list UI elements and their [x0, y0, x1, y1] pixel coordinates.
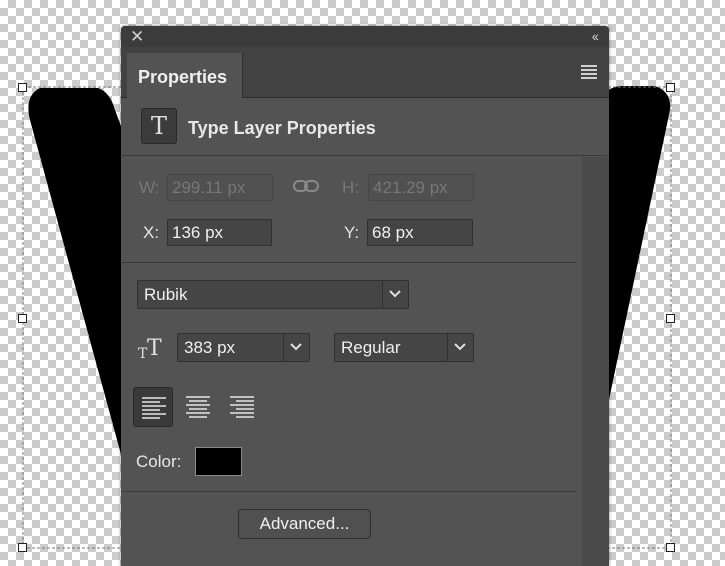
font-style-value: Regular [341, 338, 401, 357]
x-label: X: [143, 223, 160, 242]
align-center-icon [186, 396, 210, 418]
transform-handle-top-right[interactable] [666, 83, 675, 92]
align-left-button[interactable] [133, 387, 173, 427]
transform-handle-mid-right[interactable] [666, 314, 675, 323]
x-position-field[interactable]: 136 px [167, 219, 272, 246]
align-left-icon [142, 397, 166, 419]
color-swatch[interactable] [195, 447, 242, 476]
link-dimensions-icon[interactable] [293, 179, 319, 193]
chevron-down-icon [389, 290, 401, 298]
transform-handle-bottom-left[interactable] [18, 543, 27, 552]
section-divider [121, 491, 576, 492]
svg-text:T: T [147, 336, 162, 360]
panel-section-title: Type Layer Properties [188, 118, 376, 138]
collapse-panel-icon[interactable]: ‹‹ [592, 27, 599, 46]
type-layer-header: T Type Layer Properties [121, 98, 607, 156]
font-size-value: 383 px [184, 338, 236, 357]
advanced-button[interactable]: Advanced... [238, 509, 371, 539]
properties-panel: ✕ ‹‹ Properties T Type Layer Properties … [121, 26, 609, 566]
panel-titlebar: ✕ ‹‹ [121, 26, 609, 47]
height-field: 421.29 px [368, 174, 474, 201]
align-center-button[interactable] [178, 387, 218, 427]
transform-handle-mid-left[interactable] [18, 314, 27, 323]
font-family-value: Rubik [144, 285, 188, 304]
panel-tab-strip: Properties [121, 47, 609, 98]
color-label: Color: [136, 452, 182, 471]
transform-handle-bottom-right[interactable] [666, 543, 675, 552]
font-size-icon: T T [138, 336, 162, 360]
y-position-field[interactable]: 68 px [367, 219, 473, 246]
width-field: 299.11 px [167, 174, 273, 201]
align-right-icon [230, 396, 254, 418]
y-label: Y: [344, 223, 360, 242]
transform-handle-top-left[interactable] [18, 83, 27, 92]
width-label: W: [139, 178, 160, 197]
scrollbar-track[interactable] [582, 157, 609, 566]
tab-properties[interactable]: Properties [127, 53, 243, 98]
type-layer-icon: T [141, 108, 177, 144]
font-family-dropdown[interactable]: Rubik [137, 280, 409, 309]
section-divider [121, 262, 576, 263]
align-right-button[interactable] [222, 387, 262, 427]
chevron-down-icon [290, 343, 302, 351]
font-size-dropdown[interactable]: 383 px [177, 333, 310, 362]
close-icon[interactable]: ✕ [130, 27, 144, 46]
chevron-down-icon [454, 343, 466, 351]
font-style-dropdown[interactable]: Regular [334, 333, 474, 362]
panel-menu-icon[interactable] [581, 65, 597, 79]
height-label: H: [342, 178, 359, 197]
